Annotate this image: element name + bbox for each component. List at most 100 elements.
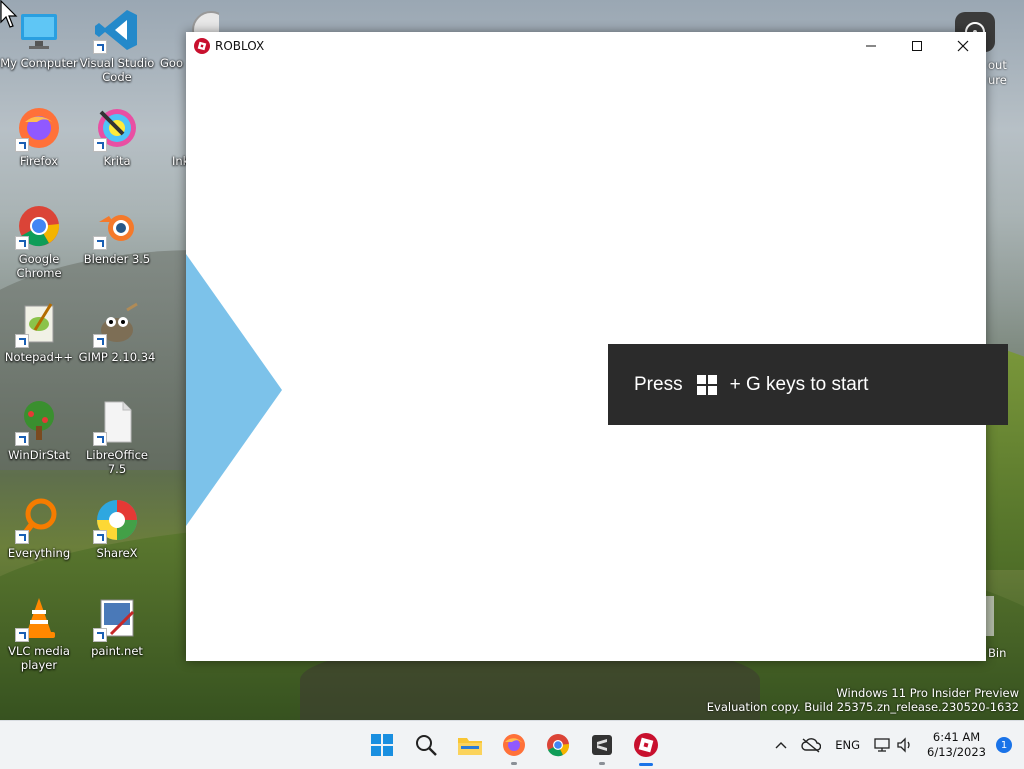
folder-icon — [458, 738, 482, 755]
desktop-icon-label: Everything — [7, 546, 71, 560]
windows-logo-icon — [371, 734, 393, 756]
desktop-icon-label: Visual Studio Code — [79, 56, 155, 84]
desktop-icon-label: paint.net — [91, 644, 143, 658]
shortcut-arrow-icon — [15, 432, 29, 446]
about-label-fragment-2: ure — [988, 73, 1007, 87]
desktop-icon-sharex[interactable]: ShareX — [78, 492, 156, 560]
shortcut-arrow-icon — [93, 432, 107, 446]
desktop-icon-gimp[interactable]: GIMP 2.10.34 — [78, 296, 156, 364]
recycle-bin-label-fragment: Bin — [988, 646, 1007, 660]
cloud-offline-icon — [801, 738, 822, 753]
close-button[interactable] — [940, 32, 986, 60]
gimp-icon — [93, 300, 141, 348]
desktop-icon-label: Blender 3.5 — [83, 252, 151, 266]
desktop-icon-label: Krita — [103, 154, 131, 168]
shortcut-arrow-icon — [15, 138, 29, 152]
volume-icon — [897, 737, 910, 753]
vlc-cone-icon — [15, 594, 63, 642]
onedrive-button[interactable] — [801, 737, 822, 753]
desktop-icon-label: Notepad++ — [4, 350, 74, 364]
desktop-icon-label: LibreOffice 7.5 — [85, 448, 149, 476]
gamebar-prompt: Press + G keys to start — [608, 344, 1008, 425]
blue-triangle-graphic — [186, 254, 282, 526]
watermark-line-2: Evaluation copy. Build 25375.zn_release.… — [706, 700, 1019, 714]
clock-time: 6:41 AM — [932, 730, 981, 744]
sublime-taskbar-button[interactable] — [580, 721, 624, 769]
desktop-icon-label: WinDirStat — [8, 448, 70, 462]
sublime-icon — [592, 735, 612, 755]
watermark-line-1: Windows 11 Pro Insider Preview — [836, 686, 1019, 700]
notification-badge[interactable]: 1 — [996, 737, 1012, 753]
desktop-icon-firefox[interactable]: Firefox — [0, 100, 78, 168]
shortcut-arrow-icon — [93, 40, 107, 54]
system-tray: ENG 6:41 AM 6/13/2023 1 — [768, 721, 1024, 769]
chrome-taskbar-button[interactable] — [536, 721, 580, 769]
roblox-taskbar-button[interactable] — [624, 721, 668, 769]
clock-date: 6/13/2023 — [927, 745, 986, 759]
paintnet-icon — [93, 594, 141, 642]
shortcut-arrow-icon — [93, 138, 107, 152]
chevron-up-icon — [775, 742, 787, 749]
chrome-icon — [547, 734, 570, 757]
shortcut-arrow-icon — [15, 236, 29, 250]
maximize-button[interactable] — [894, 32, 940, 60]
desktop-icon-google-chrome[interactable]: Google Chrome — [0, 198, 78, 280]
sharex-icon — [93, 496, 141, 544]
network-volume-button[interactable] — [874, 737, 914, 753]
show-hidden-icons-button[interactable] — [775, 740, 787, 750]
desktop-icon-vlc[interactable]: VLC media player — [0, 590, 78, 672]
desktop-icon-label: My Computer — [0, 56, 78, 70]
vscode-icon — [93, 6, 141, 54]
window-titlebar[interactable]: ROBLOX — [186, 32, 986, 60]
gamebar-press-text: Press — [634, 373, 683, 395]
network-icon — [874, 738, 890, 752]
document-icon — [93, 398, 141, 446]
desktop-icon-label: GIMP 2.10.34 — [78, 350, 156, 364]
close-icon — [957, 40, 969, 52]
shortcut-arrow-icon — [93, 236, 107, 250]
minimize-icon — [866, 45, 876, 47]
start-button[interactable] — [360, 721, 404, 769]
shortcut-arrow-icon — [93, 628, 107, 642]
clock[interactable]: 6:41 AM 6/13/2023 — [927, 730, 986, 760]
desktop-icon-vscode[interactable]: Visual Studio Code — [78, 2, 156, 84]
desktop-icon-libreoffice[interactable]: LibreOffice 7.5 — [78, 394, 156, 476]
firefox-taskbar-button[interactable] — [492, 721, 536, 769]
notepadpp-icon — [15, 300, 63, 348]
monitor-icon — [15, 6, 63, 54]
desktop-icon-krita[interactable]: Krita — [78, 100, 156, 168]
desktop-icon-label: ShareX — [96, 546, 138, 560]
minimize-button[interactable] — [848, 32, 894, 60]
shortcut-arrow-icon — [15, 628, 29, 642]
mouse-pointer-icon — [0, 0, 20, 34]
desktop-icon-paintnet[interactable]: paint.net — [78, 590, 156, 658]
desktop-icon-blender[interactable]: Blender 3.5 — [78, 198, 156, 266]
roblox-logo-icon — [194, 38, 210, 54]
desktop-icon-label: Firefox — [19, 154, 59, 168]
desktop-icon-label: VLC media player — [8, 644, 70, 672]
taskbar: ENG 6:41 AM 6/13/2023 1 — [0, 720, 1024, 769]
firefox-icon — [503, 734, 525, 756]
maximize-icon — [912, 41, 922, 51]
roblox-icon — [634, 733, 658, 757]
windows-watermark: Windows 11 Pro Insider Preview Evaluatio… — [707, 686, 1019, 714]
file-explorer-button[interactable] — [448, 721, 492, 769]
gamebar-instruction-text: + G keys to start — [729, 373, 869, 395]
tree-icon — [15, 398, 63, 446]
window-title: ROBLOX — [215, 39, 265, 53]
desktop-icon-windirstat[interactable]: WinDirStat — [0, 394, 78, 462]
search-button[interactable] — [404, 721, 448, 769]
chrome-icon — [15, 202, 63, 250]
language-indicator[interactable]: ENG — [835, 738, 860, 752]
shortcut-arrow-icon — [93, 530, 107, 544]
desktop-icon-notepadpp[interactable]: Notepad++ — [0, 296, 78, 364]
firefox-icon — [15, 104, 63, 152]
search-icon — [416, 735, 437, 756]
magnifier-icon — [15, 496, 63, 544]
desktop-icon-everything[interactable]: Everything — [0, 492, 78, 560]
about-label-fragment: out — [988, 58, 1007, 72]
shortcut-arrow-icon — [15, 334, 29, 348]
shortcut-arrow-icon — [93, 334, 107, 348]
desktop-icon-label: Google Chrome — [16, 252, 62, 280]
blender-icon — [93, 202, 141, 250]
